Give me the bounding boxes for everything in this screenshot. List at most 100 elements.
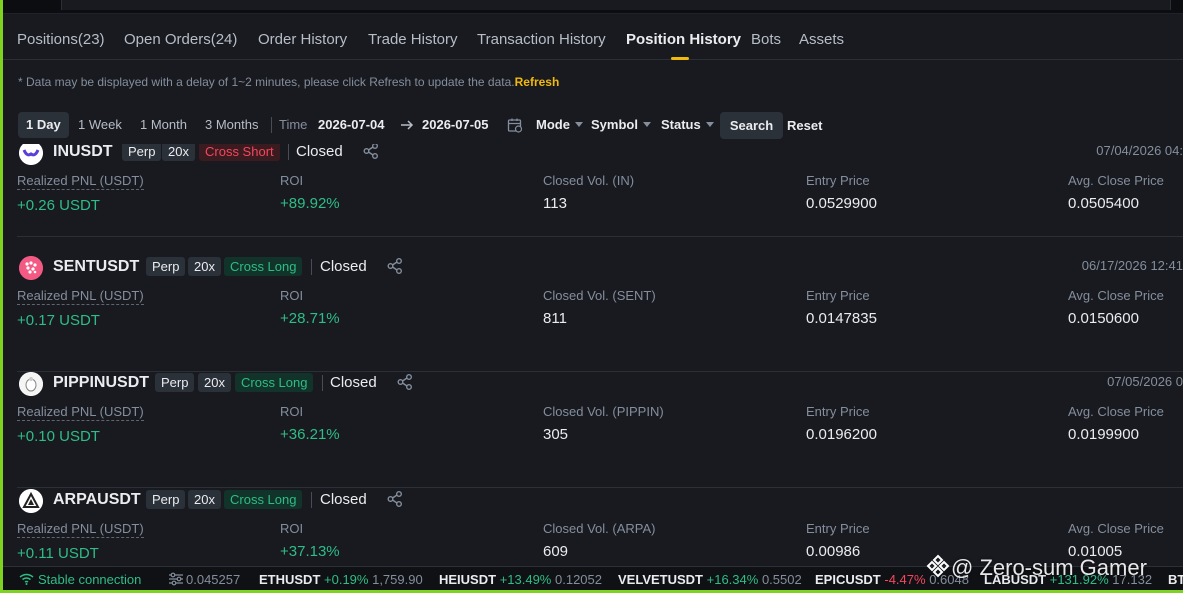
pnl-label: Realized PNL (USDT) — [17, 521, 144, 538]
position-status: Closed — [320, 491, 367, 508]
avg-close-price-label: Avg. Close Price — [1068, 521, 1164, 536]
avg-close-price-value: 0.0150600 — [1068, 310, 1139, 327]
position-status: Closed — [330, 374, 377, 391]
share-icon[interactable] — [386, 490, 404, 508]
side-tag: Cross Long — [224, 257, 303, 276]
roi-value: +37.13% — [280, 543, 340, 560]
ticker-price-partial: 0.045257 — [186, 572, 241, 587]
leverage-tag: 20x — [188, 490, 221, 509]
search-button[interactable]: Search — [720, 112, 783, 139]
roi-label: ROI — [280, 288, 304, 303]
time-label: Time — [279, 117, 308, 132]
ticker-velvetusdt[interactable]: VELVETUSDT +16.34% 0.5502 — [618, 572, 802, 587]
side-tag: Cross Short — [199, 144, 280, 161]
realized-pnl-value: +0.11 USDT — [17, 545, 99, 562]
position-list[interactable]: INUSDT Perp 20x Cross Short Closed 07/04… — [3, 144, 1183, 566]
entry-price-value: 0.0196200 — [806, 426, 877, 443]
connection-status[interactable]: Stable connection — [19, 572, 141, 587]
tab-assets[interactable]: Assets — [799, 31, 844, 48]
realized-pnl-value: +0.26 USDT — [17, 197, 100, 214]
filter-bar: 1 Day 1 Week 1 Month 3 Months Time 2026-… — [3, 112, 1183, 140]
position-symbol[interactable]: INUSDT — [53, 144, 113, 161]
tab-transaction-history[interactable]: Transaction History — [477, 31, 606, 48]
tab-positions[interactable]: Positions(23) — [17, 31, 105, 48]
position-status: Closed — [320, 258, 367, 275]
roi-value: +28.71% — [280, 310, 340, 327]
sent-coin-icon — [19, 256, 43, 280]
filter-divider — [271, 117, 272, 133]
tab-bots[interactable]: Bots — [751, 31, 781, 48]
range-1-week[interactable]: 1 Week — [70, 112, 130, 138]
position-symbol[interactable]: ARPAUSDT — [53, 491, 141, 509]
closed-vol-label: Closed Vol. (IN) — [543, 173, 635, 188]
pnl-label: Realized PNL (USDT) — [17, 288, 144, 305]
position-row: PIPPINUSDT Perp 20x Cross Long Closed 07… — [17, 372, 1183, 488]
contract-type-tag: Perp — [146, 257, 186, 276]
end-date[interactable]: 2026-07-05 — [422, 117, 489, 132]
position-row: INUSDT Perp 20x Cross Short Closed 07/04… — [17, 144, 1183, 237]
entry-price-label: Entry Price — [806, 173, 870, 188]
range-1-day[interactable]: 1 Day — [18, 112, 69, 138]
range-3-months[interactable]: 3 Months — [197, 112, 266, 138]
wifi-icon — [19, 573, 34, 585]
roi-label: ROI — [280, 404, 304, 419]
position-history-panel: Positions(23) Open Orders(24) Order Hist… — [3, 14, 1183, 566]
ticker-settings-icon[interactable] — [168, 572, 184, 586]
calendar-icon[interactable] — [507, 117, 523, 133]
position-status: Closed — [296, 144, 343, 160]
ticker-heiusdt[interactable]: HEIUSDT +13.49% 0.12052 — [439, 572, 602, 587]
contract-type-tag: Perp — [155, 373, 195, 392]
watermark: @ Zero-sum Gamer — [925, 553, 1147, 581]
ticker-bt-partial[interactable]: BT — [1168, 572, 1183, 587]
closed-vol-value: 811 — [543, 310, 567, 327]
contract-type-tag: Perp — [122, 144, 162, 161]
tab-order-history[interactable]: Order History — [258, 31, 347, 48]
share-icon[interactable] — [362, 144, 380, 160]
arpa-coin-icon — [19, 489, 43, 513]
status-dropdown[interactable]: Status — [661, 117, 714, 132]
realized-pnl-value: +0.17 USDT — [17, 312, 100, 329]
side-tag: Cross Long — [235, 373, 314, 392]
pnl-label: Realized PNL (USDT) — [17, 173, 144, 190]
chevron-down-icon — [705, 122, 714, 127]
closed-vol-value: 305 — [543, 426, 569, 443]
inu-coin-icon — [19, 144, 43, 165]
delay-notice: * Data may be displayed with a delay of … — [18, 75, 559, 89]
start-date[interactable]: 2026-07-04 — [318, 117, 385, 132]
avg-close-price-value: 0.0199900 — [1068, 426, 1139, 443]
roi-label: ROI — [280, 521, 304, 536]
ticker-ethusdt[interactable]: ETHUSDT +0.19% 1,759.90 — [259, 572, 423, 587]
notice-text: * Data may be displayed with a delay of … — [18, 75, 515, 89]
position-time: 07/04/2026 04: — [1096, 144, 1183, 158]
closed-vol-label: Closed Vol. (SENT) — [543, 288, 656, 303]
tab-open-orders[interactable]: Open Orders(24) — [124, 31, 237, 48]
active-tab-indicator — [671, 57, 689, 60]
range-1-month[interactable]: 1 Month — [132, 112, 195, 138]
tab-position-history[interactable]: Position History — [626, 31, 741, 48]
top-bar — [3, 0, 1183, 14]
entry-price-label: Entry Price — [806, 521, 870, 536]
position-row: SENTUSDT Perp 20x Cross Long Closed 06/1… — [17, 256, 1183, 372]
tab-trade-history[interactable]: Trade History — [368, 31, 457, 48]
avg-close-price-value: 0.0505400 — [1068, 195, 1139, 212]
mode-dropdown[interactable]: Mode — [536, 117, 583, 132]
avg-close-price-label: Avg. Close Price — [1068, 173, 1164, 188]
leverage-tag: 20x — [188, 257, 221, 276]
entry-price-label: Entry Price — [806, 404, 870, 419]
share-icon[interactable] — [386, 257, 404, 275]
reset-button[interactable]: Reset — [787, 118, 822, 133]
avg-close-price-label: Avg. Close Price — [1068, 288, 1164, 303]
position-symbol[interactable]: PIPPINUSDT — [53, 374, 149, 392]
share-icon[interactable] — [396, 373, 414, 391]
refresh-link[interactable]: Refresh — [515, 75, 560, 89]
symbol-dropdown[interactable]: Symbol — [591, 117, 651, 132]
chevron-down-icon — [642, 122, 651, 127]
pnl-label: Realized PNL (USDT) — [17, 404, 144, 421]
contract-type-tag: Perp — [146, 490, 186, 509]
position-time: 07/05/2026 0 — [1107, 374, 1183, 389]
roi-value: +36.21% — [280, 426, 340, 443]
entry-price-value: 0.0147835 — [806, 310, 877, 327]
closed-vol-value: 113 — [543, 195, 567, 212]
roi-value: +89.92% — [280, 195, 340, 212]
position-symbol[interactable]: SENTUSDT — [53, 258, 139, 276]
